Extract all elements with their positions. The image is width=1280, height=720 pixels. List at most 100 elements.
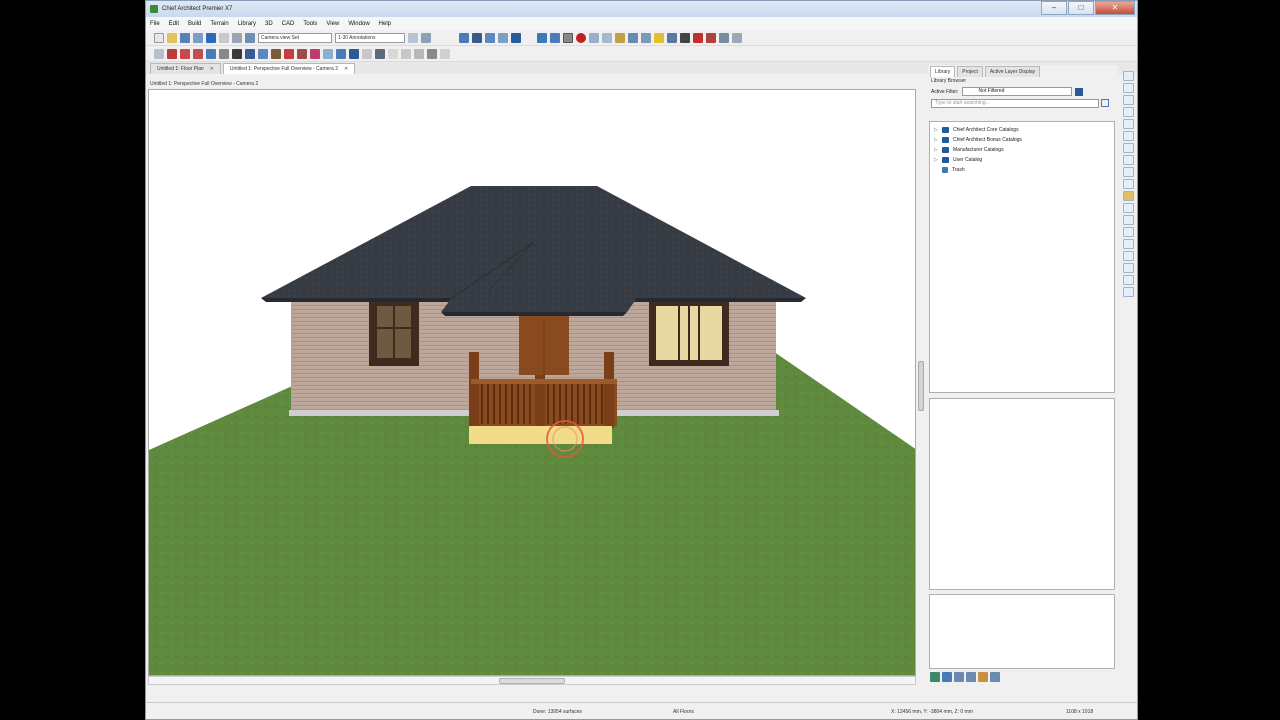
framing-icon[interactable] <box>323 48 333 59</box>
close-tab-icon[interactable]: ✕ <box>344 66 348 72</box>
swap-icon[interactable] <box>1122 155 1134 165</box>
edit-icon[interactable] <box>978 672 988 682</box>
folder-tool-icon[interactable] <box>1122 191 1134 201</box>
zoom-previous-icon[interactable] <box>1122 107 1134 117</box>
electrical-icon[interactable] <box>336 48 346 59</box>
room-icon[interactable] <box>193 48 203 59</box>
3d-viewport[interactable] <box>148 89 916 676</box>
camera-mode-icon[interactable] <box>563 32 573 43</box>
camera-icon[interactable] <box>472 32 482 43</box>
plan-view-icon[interactable] <box>459 32 469 43</box>
stats-icon[interactable] <box>1122 179 1134 189</box>
copy-icon[interactable] <box>440 48 450 59</box>
zoom-in-icon[interactable] <box>1122 83 1134 93</box>
zoom-out-icon[interactable] <box>1122 95 1134 105</box>
layer-display-icon[interactable] <box>408 32 418 43</box>
break-icon[interactable] <box>427 48 437 59</box>
annotation-set-select[interactable]: 1-30 Annotations <box>335 32 405 43</box>
thumbnail-icon[interactable] <box>966 672 976 682</box>
menu-window[interactable]: Window <box>348 21 369 27</box>
tree-item[interactable]: ▷ User Catalog <box>930 155 1114 165</box>
fill-window-icon[interactable] <box>1122 119 1134 129</box>
record-icon[interactable] <box>576 32 586 43</box>
house-icon[interactable] <box>602 32 612 43</box>
library-search-input[interactable]: Type to start searching... <box>931 98 1099 108</box>
screen-refresh-icon[interactable] <box>1122 167 1134 177</box>
angle-snap-icon[interactable] <box>1122 263 1134 273</box>
search-icon[interactable] <box>1101 99 1109 107</box>
expand-icon[interactable]: ▷ <box>934 147 942 153</box>
menu-build[interactable]: Build <box>188 21 201 27</box>
zoom-icon[interactable] <box>1122 71 1134 81</box>
dimension-icon[interactable] <box>206 48 216 59</box>
filter-select[interactable]: Not Filtered <box>961 87 1072 96</box>
line-icon[interactable] <box>232 48 242 59</box>
text-icon[interactable] <box>219 48 229 59</box>
view-mode-icon[interactable] <box>954 672 964 682</box>
settings-icon[interactable] <box>667 32 677 43</box>
glasses-icon[interactable] <box>589 32 599 43</box>
cross-section-icon[interactable] <box>498 32 508 43</box>
pointer-icon[interactable] <box>154 48 164 59</box>
close-tab-icon[interactable]: ✕ <box>210 66 214 72</box>
scroll-thumb[interactable] <box>499 678 565 684</box>
grid-icon[interactable] <box>641 32 651 43</box>
close-button[interactable]: ✕ <box>1095 1 1135 15</box>
save-icon[interactable] <box>180 32 190 43</box>
fit-window-icon[interactable] <box>1122 131 1134 141</box>
print-preview-icon[interactable] <box>732 32 742 43</box>
tree-item[interactable]: ▷ Manufacturer Catalogs <box>930 145 1114 155</box>
menu-terrain[interactable]: Terrain <box>210 21 228 27</box>
new-file-icon[interactable] <box>154 32 164 43</box>
tree-item[interactable]: Trash <box>930 165 1114 175</box>
undo-icon[interactable] <box>206 32 216 43</box>
layers-icon[interactable] <box>1122 203 1134 213</box>
tree-item[interactable]: ▷ Chief Architect Bonus Catalogs <box>930 135 1114 145</box>
expand-icon[interactable]: ▷ <box>934 137 942 143</box>
tab-perspective[interactable]: Untitled 1: Perspective Full Overview - … <box>222 63 356 74</box>
hand-icon[interactable] <box>421 32 431 43</box>
add-to-library-icon[interactable] <box>942 672 952 682</box>
view-icon[interactable] <box>628 32 638 43</box>
window-tool-icon[interactable] <box>258 48 268 59</box>
expand-icon[interactable]: ▷ <box>934 157 942 163</box>
floors-icon[interactable] <box>1122 227 1134 237</box>
tree-item[interactable]: ▷ Chief Architect Core Catalogs <box>930 125 1114 135</box>
menu-view[interactable]: View <box>326 21 339 27</box>
resize-icon[interactable] <box>414 48 424 59</box>
wall-icon[interactable] <box>180 48 190 59</box>
menu-cad[interactable]: CAD <box>282 21 295 27</box>
rotate-icon[interactable] <box>388 48 398 59</box>
tag-icon[interactable] <box>706 32 716 43</box>
redo-icon[interactable] <box>219 32 229 43</box>
menu-help[interactable]: Help <box>379 21 391 27</box>
fill-icon[interactable] <box>349 48 359 59</box>
screen-icon[interactable] <box>719 32 729 43</box>
minimize-button[interactable]: – <box>1041 1 1067 15</box>
tab-floor-plan[interactable]: Untitled 1: Floor Plan ✕ <box>150 63 221 74</box>
sun-icon[interactable] <box>615 32 625 43</box>
roof-tool-icon[interactable] <box>297 48 307 59</box>
tape-icon[interactable] <box>680 32 690 43</box>
menu-file[interactable]: File <box>150 21 160 27</box>
menu-library[interactable]: Library <box>238 21 256 27</box>
render-icon[interactable] <box>537 32 547 43</box>
ruler-icon[interactable] <box>1122 215 1134 225</box>
refresh-icon[interactable] <box>930 672 940 682</box>
pan-icon[interactable] <box>1122 143 1134 153</box>
move-icon[interactable] <box>375 48 385 59</box>
transform-icon[interactable] <box>362 48 372 59</box>
menu-edit[interactable]: Edit <box>169 21 179 27</box>
elevation-icon[interactable] <box>485 32 495 43</box>
help-icon[interactable] <box>511 32 521 43</box>
tab-project[interactable]: Project <box>957 66 983 77</box>
menu-3d[interactable]: 3D <box>265 21 273 27</box>
reflect-icon[interactable] <box>401 48 411 59</box>
cabinet-icon[interactable] <box>271 48 281 59</box>
light-icon[interactable] <box>654 32 664 43</box>
stairs-icon[interactable] <box>284 48 294 59</box>
s-icon[interactable] <box>693 32 703 43</box>
panel-splitter[interactable] <box>918 361 924 411</box>
door-icon[interactable] <box>245 48 255 59</box>
display-icon[interactable] <box>1122 287 1134 297</box>
